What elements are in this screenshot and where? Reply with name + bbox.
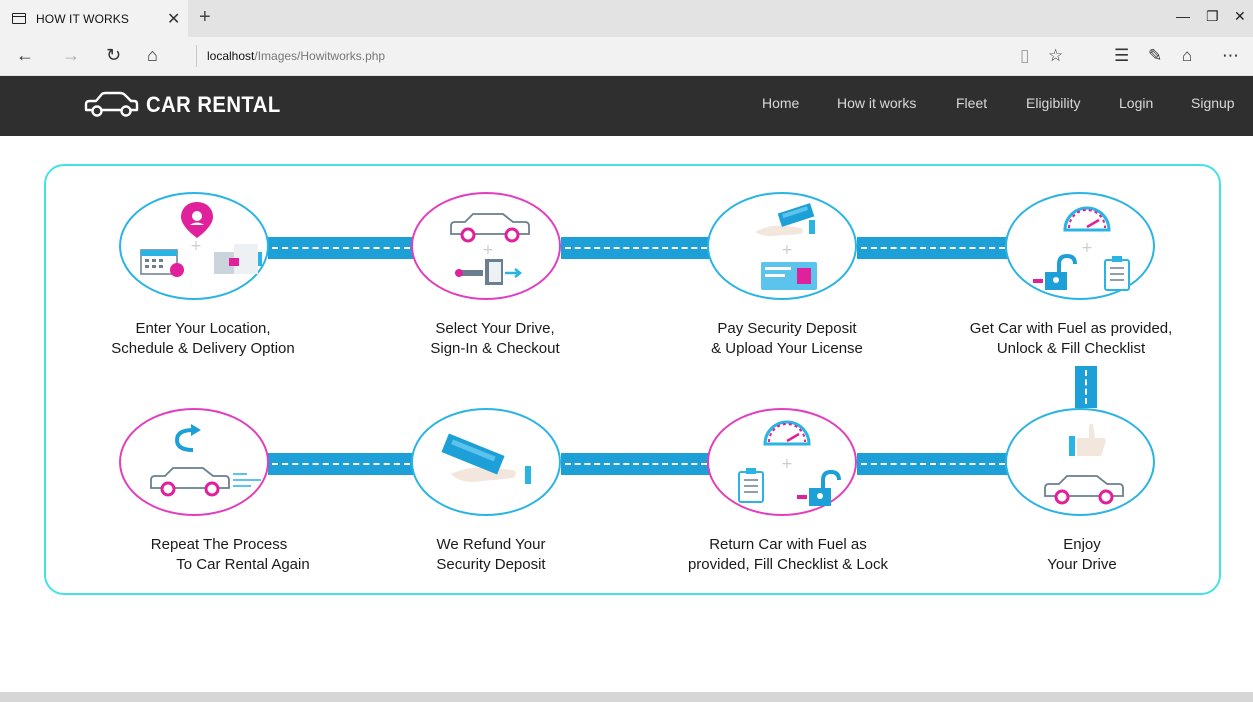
brand-logo[interactable]: CAR RENTAL	[82, 90, 292, 120]
home-icon[interactable]: ⌂	[147, 45, 158, 66]
svg-text:+: +	[1081, 240, 1093, 256]
step-6-line-1: Return Car with Fuel as	[709, 536, 867, 553]
location-schedule-icon: +	[140, 202, 262, 277]
browser-tab[interactable]: HOW IT WORKS ✕	[0, 0, 188, 37]
hub-icon[interactable]: ☰	[1114, 46, 1129, 66]
step-2-circle: +	[411, 192, 561, 300]
url-field[interactable]: localhost/Images/Howitworks.php	[196, 45, 385, 67]
nav-login[interactable]: Login	[1119, 95, 1153, 111]
enjoy-drive-icon	[1044, 423, 1124, 505]
connector-4-5	[1075, 366, 1097, 408]
step-5-line-1: Enjoy	[1063, 536, 1101, 553]
car-logo-icon	[84, 91, 139, 117]
step-6-line-2: provided, Fill Checklist & Lock	[687, 556, 889, 573]
step-3-caption: Pay Security Deposit & Upload Your Licen…	[637, 319, 937, 359]
step-1-line-2: Schedule & Delivery Option	[111, 340, 295, 357]
url-host: localhost	[207, 49, 255, 63]
back-icon[interactable]: ←	[16, 45, 34, 66]
share-icon[interactable]: ⌂	[1182, 46, 1192, 66]
step-1-caption: Enter Your Location, Schedule & Delivery…	[53, 319, 353, 359]
reading-view-icon[interactable]: ▯	[1020, 46, 1029, 66]
step-6-circle: +	[707, 408, 857, 516]
nav-home[interactable]: Home	[762, 95, 799, 111]
tab-page-icon	[12, 13, 26, 24]
svg-text:+: +	[781, 242, 793, 258]
address-bar: ← → ↻ ⌂ localhost/Images/Howitworks.php …	[0, 37, 1253, 76]
return-car-icon: +	[738, 420, 841, 506]
step-4-line-2: Unlock & Fill Checklist	[996, 340, 1146, 357]
svg-text:+: +	[190, 238, 202, 254]
step-5-caption: Enjoy Your Drive	[932, 535, 1232, 575]
car-checkout-icon: +	[450, 213, 530, 285]
favorite-star-icon[interactable]: ☆	[1048, 46, 1063, 66]
minimize-icon[interactable]: —	[1176, 8, 1190, 24]
step-1-circle: +	[119, 192, 269, 300]
web-note-icon[interactable]: ✎	[1148, 46, 1162, 66]
site-navbar: CAR RENTAL Home How it works Fleet Eligi…	[0, 76, 1253, 136]
step-4-caption: Get Car with Fuel as provided, Unlock & …	[921, 319, 1221, 359]
url-path: /Images/Howitworks.php	[254, 49, 386, 63]
forward-icon[interactable]: →	[62, 45, 80, 66]
step-2-line-1: Select Your Drive,	[435, 320, 555, 337]
step-3-line-1: Pay Security Deposit	[717, 320, 857, 337]
close-tab-icon[interactable]: ✕	[167, 9, 180, 29]
horizontal-scrollbar[interactable]	[0, 692, 1253, 702]
refund-deposit-icon	[441, 433, 531, 484]
step-5-circle	[1005, 408, 1155, 516]
step-3-line-2: & Upload Your License	[711, 340, 863, 357]
connector-6-5	[857, 453, 1009, 475]
connector-2-3	[561, 237, 711, 259]
more-icon[interactable]: ⋯	[1222, 46, 1239, 66]
svg-text:+: +	[482, 242, 494, 258]
step-5-line-2: Your Drive	[1047, 556, 1117, 573]
step-4-circle: +	[1005, 192, 1155, 300]
step-2-line-2: Sign-In & Checkout	[430, 340, 560, 357]
brand-name: CAR RENTAL	[146, 92, 281, 117]
step-7-line-1: We Refund Your	[436, 536, 546, 553]
step-6-caption: Return Car with Fuel as provided, Fill C…	[638, 535, 938, 575]
step-7-line-2: Security Deposit	[436, 556, 546, 573]
connector-3-4	[857, 237, 1009, 259]
connector-8-7	[268, 453, 414, 475]
nav-how-it-works[interactable]: How it works	[837, 95, 916, 111]
step-3-circle: +	[707, 192, 857, 300]
svg-text:+: +	[781, 456, 793, 472]
step-7-caption: We Refund Your Security Deposit	[341, 535, 641, 575]
step-2-caption: Select Your Drive, Sign-In & Checkout	[345, 319, 645, 359]
connector-1-2	[268, 237, 414, 259]
fuel-unlock-icon: +	[1033, 206, 1130, 291]
step-1-line-1: Enter Your Location,	[135, 320, 271, 337]
repeat-process-icon	[150, 424, 261, 497]
step-8-circle	[119, 408, 269, 516]
close-window-icon[interactable]: ✕	[1234, 8, 1246, 25]
step-8-line-2: To Car Rental Again	[176, 556, 310, 573]
step-8-caption: Repeat The Process To Car Rental Again	[69, 535, 369, 575]
step-8-line-1: Repeat The Process	[150, 536, 288, 553]
refresh-icon[interactable]: ↻	[106, 45, 121, 66]
tab-title: HOW IT WORKS	[36, 11, 129, 26]
step-7-circle	[411, 408, 561, 516]
nav-eligibility[interactable]: Eligibility	[1026, 95, 1080, 111]
nav-fleet[interactable]: Fleet	[956, 95, 987, 111]
restore-icon[interactable]: ❐	[1206, 8, 1219, 25]
connector-7-6	[561, 453, 711, 475]
new-tab-icon[interactable]: +	[199, 6, 211, 29]
nav-signup[interactable]: Signup	[1191, 95, 1235, 111]
step-4-line-1: Get Car with Fuel as provided,	[969, 320, 1173, 337]
browser-tab-bar: HOW IT WORKS ✕ + — ❐ ✕	[0, 0, 1253, 37]
deposit-license-icon: +	[755, 203, 817, 290]
